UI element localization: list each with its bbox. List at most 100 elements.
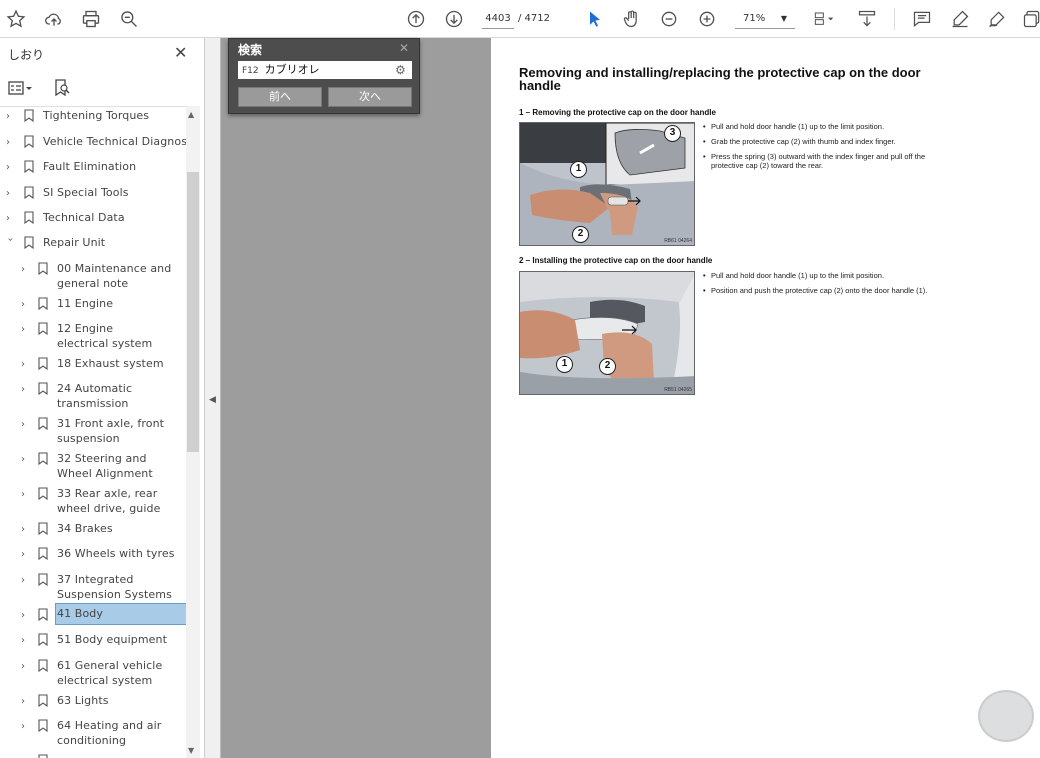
bookmark-item[interactable]: › 34 Brakes: [0, 521, 186, 536]
sign-icon[interactable]: [985, 7, 1009, 31]
bookmark-item[interactable]: › 63 Lights: [0, 693, 186, 708]
next-result-button[interactable]: 次へ: [328, 87, 412, 107]
search-input[interactable]: F12 カブリオレ: [238, 61, 412, 79]
page-display-icon[interactable]: [809, 7, 839, 31]
chevron-right-icon[interactable]: ›: [6, 211, 16, 226]
bookmark-label: 32 Steering and Wheel Alignment: [57, 452, 153, 480]
previous-page-icon[interactable]: [404, 7, 428, 31]
search-prefix: F12: [242, 66, 259, 76]
bookmark-icon: [38, 633, 48, 646]
chevron-right-icon[interactable]: ›: [21, 608, 31, 623]
chevron-down-icon[interactable]: ›: [3, 238, 18, 248]
bookmark-options-button[interactable]: [8, 78, 32, 98]
close-icon[interactable]: ✕: [399, 41, 409, 55]
bookmark-label: 12 Engine electrical system: [57, 322, 153, 350]
panel-splitter[interactable]: ◀: [205, 38, 221, 758]
bookmark-item[interactable]: › 12 Engine electrical system: [0, 321, 186, 351]
bookmark-item[interactable]: › 24 Automatic transmission: [0, 381, 186, 411]
cloud-upload-icon[interactable]: [42, 7, 66, 31]
instruction-step: Pull and hold door handle (1) up to the …: [703, 122, 943, 131]
chevron-right-icon[interactable]: ›: [21, 452, 31, 467]
chevron-right-icon[interactable]: ›: [21, 659, 31, 674]
chevron-right-icon[interactable]: ›: [21, 522, 31, 537]
bookmark-item[interactable]: › 64 Heating and air conditioning: [0, 718, 186, 748]
share-icon[interactable]: [1020, 7, 1040, 31]
bookmark-icon: [38, 297, 48, 310]
bookmark-label: 31 Front axle, front suspension: [57, 417, 165, 445]
scroll-down-icon[interactable]: ▼: [188, 746, 194, 755]
star-icon[interactable]: [4, 7, 28, 31]
zoom-level-select[interactable]: 71% ▼: [735, 9, 795, 29]
chevron-right-icon[interactable]: ›: [6, 135, 16, 150]
scroll-mode-icon[interactable]: [855, 7, 879, 31]
chevron-right-icon[interactable]: ›: [6, 160, 16, 175]
chevron-right-icon[interactable]: ›: [21, 719, 31, 734]
highlight-pen-icon[interactable]: [948, 7, 972, 31]
chevron-right-icon[interactable]: ›: [21, 573, 31, 588]
callout-2: 2: [599, 358, 616, 375]
bookmark-icon: [38, 262, 48, 275]
search-panel: 検索 ✕ F12 カブリオレ ⚙ 前へ 次へ: [228, 38, 420, 114]
bookmark-item[interactable]: › 18 Exhaust system: [0, 356, 186, 371]
bookmark-icon: [38, 694, 48, 707]
bookmark-item-expanded[interactable]: › Repair Unit: [0, 235, 186, 250]
bookmarks-scrollbar[interactable]: ▲ ▼: [186, 106, 200, 758]
next-page-icon[interactable]: [442, 7, 466, 31]
bookmark-item[interactable]: › 32 Steering and Wheel Alignment: [0, 451, 186, 481]
scrollbar-thumb[interactable]: [187, 172, 199, 452]
bookmark-item[interactable]: › 61 General vehicle electrical system: [0, 658, 186, 688]
chevron-right-icon[interactable]: ›: [6, 186, 16, 201]
bookmark-item[interactable]: › 11 Engine: [0, 296, 186, 311]
floating-assistant-button[interactable]: [978, 690, 1034, 742]
chevron-right-icon[interactable]: ›: [21, 487, 31, 502]
select-pointer-icon[interactable]: [583, 7, 607, 31]
chevron-right-icon[interactable]: ›: [21, 547, 31, 562]
scroll-up-icon[interactable]: ▲: [188, 110, 194, 119]
hand-tool-icon[interactable]: [620, 7, 644, 31]
chevron-right-icon[interactable]: ›: [21, 382, 31, 397]
bookmark-item[interactable]: › Fault Elimination: [0, 159, 186, 174]
bookmark-item[interactable]: › Vehicle Technical Diagnosis: [0, 134, 186, 149]
chevron-right-icon[interactable]: ›: [6, 109, 16, 124]
previous-result-button[interactable]: 前へ: [238, 87, 322, 107]
chevron-right-icon[interactable]: ›: [21, 297, 31, 312]
bookmark-item[interactable]: › SI Special Tools: [0, 185, 186, 200]
comment-icon[interactable]: [910, 7, 934, 31]
chevron-right-icon[interactable]: ›: [21, 417, 31, 432]
bookmark-item[interactable]: › 00 Maintenance and general note: [0, 261, 186, 291]
bookmark-label: Tightening Torques: [43, 109, 150, 122]
expand-bookmark-button[interactable]: [53, 78, 71, 98]
search-query: カブリオレ: [264, 63, 320, 76]
chevron-right-icon[interactable]: ›: [21, 694, 31, 709]
bookmark-item[interactable]: › Technical Data: [0, 210, 186, 225]
close-icon[interactable]: ✕: [174, 43, 187, 62]
figure-code: RB51 04265: [664, 387, 692, 393]
chevron-right-icon[interactable]: ›: [21, 357, 31, 372]
bookmark-item[interactable]: › 33 Rear axle, rear wheel drive, guide: [0, 486, 186, 516]
bookmark-icon: [38, 382, 48, 395]
bookmarks-title: しおり: [8, 48, 45, 62]
bookmark-item[interactable]: › 51 Body equipment: [0, 632, 186, 647]
gear-icon[interactable]: ⚙: [395, 63, 406, 77]
bookmark-item[interactable]: › 37 Integrated Suspension Systems: [0, 572, 186, 602]
bookmark-item-selected[interactable]: › 41 Body: [0, 603, 186, 625]
bookmark-item[interactable]: › Tightening Torques: [0, 108, 186, 123]
zoom-in-icon[interactable]: [695, 7, 719, 31]
bookmark-item-partial[interactable]: ›: [0, 753, 186, 758]
collapse-panel-icon[interactable]: ◀: [209, 395, 216, 405]
chevron-right-icon[interactable]: ›: [21, 262, 31, 277]
bookmark-label: 63 Lights: [57, 694, 109, 707]
bookmark-item[interactable]: › 31 Front axle, front suspension: [0, 416, 186, 446]
page-number-input[interactable]: 4403: [482, 9, 514, 29]
page-total: / 4712: [518, 13, 550, 24]
bookmark-item[interactable]: › 36 Wheels with tyres: [0, 546, 186, 561]
bookmark-icon: [38, 417, 48, 430]
chevron-right-icon[interactable]: ›: [21, 754, 31, 758]
chevron-down-icon: ▼: [780, 14, 787, 23]
chevron-right-icon[interactable]: ›: [21, 633, 31, 648]
chevron-right-icon[interactable]: ›: [21, 322, 31, 337]
zoom-search-icon[interactable]: [117, 7, 141, 31]
zoom-out-icon[interactable]: [657, 7, 681, 31]
list-options-icon: [8, 81, 32, 95]
print-icon[interactable]: [79, 7, 103, 31]
